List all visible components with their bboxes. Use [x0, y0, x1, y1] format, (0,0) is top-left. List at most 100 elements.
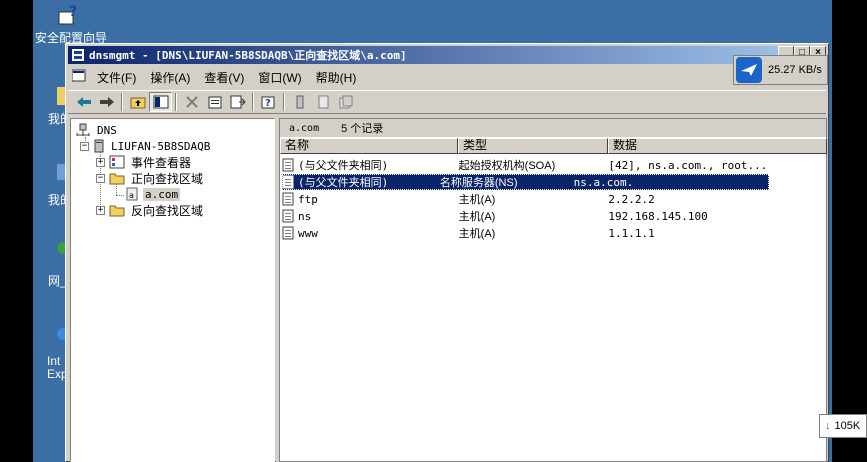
arrow-left-icon: [76, 97, 91, 107]
help-button[interactable]: ?: [257, 92, 280, 112]
collapse-toggle[interactable]: −: [96, 173, 105, 183]
caption-zone: a.com: [289, 122, 320, 134]
tree-label: a.com: [143, 187, 181, 201]
cell-name: ns: [282, 209, 459, 223]
new-record-button[interactable]: [311, 92, 334, 112]
tree-item-zone-a-com[interactable]: a a.com: [125, 186, 181, 202]
desktop-icon-label[interactable]: 网_: [48, 272, 67, 289]
table-row[interactable]: (与父文件夹相同) 名称服务器(NS) ns.a.com.: [282, 174, 769, 190]
list-caption: a.com 5 个记录: [280, 119, 826, 137]
server-icon: [93, 139, 105, 153]
record-type: 名称服务器(NS): [439, 177, 518, 189]
dns-icon: [75, 123, 91, 137]
record-name: ftp: [298, 192, 318, 206]
zone-icon: [339, 95, 352, 109]
network-speed-widget[interactable]: 25.27 KB/s: [733, 55, 828, 85]
tree-item-forward-zones[interactable]: − 正向查找区域: [96, 170, 205, 186]
arrow-right-icon: [99, 97, 114, 107]
toolbar-separator: [175, 93, 177, 111]
column-data[interactable]: 数据: [608, 138, 827, 154]
record-icon: [282, 175, 294, 189]
delete-icon: [185, 96, 198, 108]
record-name: (与父文件夹相同): [298, 159, 389, 172]
download-readout: 105K: [834, 420, 861, 432]
record-type: 主机(A): [458, 228, 496, 240]
tree-item-dns[interactable]: DNS: [75, 122, 119, 138]
menu-view[interactable]: 查看(V): [197, 69, 251, 86]
update-server-button[interactable]: [288, 92, 311, 112]
table-row[interactable]: ns 主机(A) 192.168.145.100: [282, 208, 827, 224]
console-tree-icon: [153, 95, 168, 109]
tree-item-event-viewer[interactable]: + 事件查看器: [96, 154, 193, 170]
up-level-button[interactable]: [126, 92, 149, 112]
toolbar: ?: [68, 90, 826, 114]
record-data: 1.1.1.1: [608, 226, 655, 240]
svg-text:?: ?: [265, 98, 271, 109]
security-wizard-icon[interactable]: ?: [57, 2, 81, 26]
menu-window[interactable]: 窗口(W): [251, 69, 308, 86]
tree-item-reverse-zones[interactable]: + 反向查找区域: [96, 202, 205, 218]
folder-open-icon: [109, 171, 125, 185]
speed-readout: 25.27 KB/s: [768, 64, 822, 76]
delete-button[interactable]: [180, 92, 203, 112]
dnsmgmt-window: dnsmgmt - [DNS\LIUFAN-5B8SDAQB\正向查找区域\a.…: [65, 43, 829, 462]
record-icon: [282, 192, 294, 206]
record-icon: [282, 158, 294, 172]
tree-connector: [116, 195, 124, 196]
column-type[interactable]: 类型: [458, 138, 608, 154]
download-widget[interactable]: ↓ 105K: [819, 414, 867, 438]
record-name: www: [298, 226, 318, 240]
menu-bar: 文件(F) 操作(A) 查看(V) 窗口(W) 帮助(H): [68, 67, 826, 87]
record-type: 起始授权机构(SOA): [458, 160, 556, 172]
desktop-icon-label[interactable]: Int: [47, 354, 60, 368]
toolbar-separator: [252, 93, 254, 111]
new-zone-button[interactable]: [334, 92, 357, 112]
tree-label: 正向查找区域: [131, 171, 204, 186]
tree-label: DNS: [97, 123, 117, 137]
event-viewer-icon: [109, 155, 125, 169]
records-list: a.com 5 个记录 名称 类型 数据 (与父文件夹相同) 起始授权机构(SOA…: [279, 118, 827, 462]
record-type: 主机(A): [458, 211, 496, 223]
record-data: 2.2.2.2: [608, 192, 655, 206]
table-row[interactable]: (与父文件夹相同) 起始授权机构(SOA) [42], ns.a.com., roo…: [282, 157, 827, 173]
properties-icon: [208, 96, 221, 109]
menu-help[interactable]: 帮助(H): [309, 69, 364, 86]
zone-file-icon: a: [125, 187, 139, 201]
title-bar[interactable]: dnsmgmt - [DNS\LIUFAN-5B8SDAQB\正向查找区域\a.…: [68, 46, 826, 64]
svg-text:?: ?: [69, 4, 77, 20]
mmc-console-icon[interactable]: [71, 69, 86, 86]
expand-toggle[interactable]: +: [96, 205, 105, 215]
server-icon: [296, 95, 303, 109]
record-name: (与父文件夹相同): [298, 176, 389, 189]
column-name[interactable]: 名称: [280, 138, 458, 154]
screen-edge: [832, 0, 867, 462]
export-list-button[interactable]: [226, 92, 249, 112]
console-tree: DNS − LIUFAN-5B8SDAQB + 事件查看器 − 正向查找区域 a…: [70, 118, 275, 462]
show-hide-tree-button[interactable]: [149, 92, 172, 112]
dns-app-icon: [71, 48, 85, 62]
cell-name: (与父文件夹相同): [282, 157, 459, 173]
table-row[interactable]: ftp 主机(A) 2.2.2.2: [282, 191, 827, 207]
table-row[interactable]: www 主机(A) 1.1.1.1: [282, 225, 827, 241]
folder-up-icon: [130, 97, 145, 109]
record-name: ns: [298, 209, 312, 223]
accelerator-bird-icon: [736, 57, 762, 83]
back-button[interactable]: [72, 92, 95, 112]
record-type: 主机(A): [458, 194, 496, 206]
svg-text:a: a: [129, 191, 134, 200]
tree-item-server[interactable]: − LIUFAN-5B8SDAQB: [80, 138, 212, 154]
tree-label: 反向查找区域: [131, 203, 204, 218]
collapse-toggle[interactable]: −: [80, 141, 89, 151]
expand-toggle[interactable]: +: [96, 157, 105, 167]
tree-label: 事件查看器: [131, 155, 192, 170]
cell-name: www: [282, 226, 459, 240]
properties-button[interactable]: [203, 92, 226, 112]
menu-action[interactable]: 操作(A): [143, 69, 197, 86]
record-icon: [282, 226, 294, 240]
menu-file[interactable]: 文件(F): [90, 69, 143, 86]
export-list-icon: [230, 95, 246, 109]
forward-button[interactable]: [95, 92, 118, 112]
record-icon: [282, 209, 294, 223]
cell-name: ftp: [282, 192, 459, 206]
record-data: 192.168.145.100: [608, 209, 708, 223]
